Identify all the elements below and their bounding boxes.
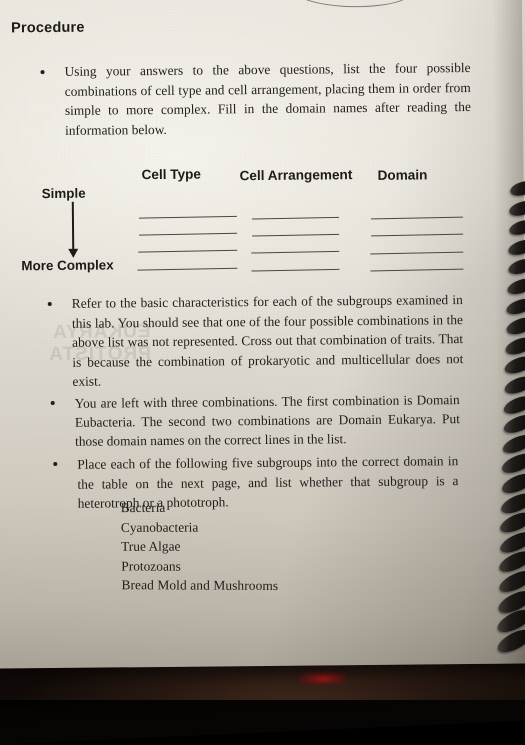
spiral-coil [506, 237, 525, 258]
answer-line[interactable] [138, 215, 237, 219]
spiral-coil [502, 353, 525, 377]
spiral-coil [500, 411, 525, 437]
spiral-coil [502, 373, 525, 397]
bullet-marker [47, 302, 53, 307]
answer-line[interactable] [137, 267, 238, 271]
spiral-coil [508, 198, 525, 218]
complexity-label-simple: Simple [41, 185, 86, 202]
list-item: Protozoans [121, 558, 181, 574]
instruction-paragraph-2: Refer to the basic characteristics for e… [71, 292, 464, 390]
answer-line[interactable] [251, 250, 340, 254]
column-header-cell-type: Cell Type [141, 166, 202, 183]
spiral-binding [479, 0, 525, 700]
red-object-glimpse [300, 672, 346, 685]
bullet-marker [50, 400, 56, 406]
answer-line[interactable] [371, 233, 464, 237]
spiral-coil [505, 275, 525, 298]
list-item: Cyanobacteria [120, 519, 199, 535]
list-item: True Algae [121, 538, 181, 554]
answer-line[interactable] [138, 249, 238, 253]
instruction-paragraph-3: You are left with three combinations. Th… [74, 392, 460, 450]
list-item: Bacteria [120, 499, 166, 516]
spiral-coil [507, 217, 525, 238]
bullet-marker [40, 70, 45, 75]
manual-page: EUKARYA PROTISTA Procedure Using your an… [0, 0, 525, 669]
pencil-arc-mark [292, 0, 414, 9]
answer-line[interactable] [252, 233, 340, 237]
spiral-coil [499, 470, 525, 497]
spiral-coil [508, 178, 525, 198]
answer-line[interactable] [139, 232, 238, 236]
column-header-cell-arrangement: Cell Arrangement [239, 167, 353, 184]
page-title: Procedure [11, 19, 85, 37]
answer-line[interactable] [251, 268, 340, 272]
bullet-marker [53, 461, 58, 467]
answer-line[interactable] [251, 216, 339, 220]
spiral-coil [503, 334, 525, 358]
instruction-paragraph-1: Using your answers to the above question… [64, 59, 471, 138]
answer-line[interactable] [370, 268, 464, 272]
spiral-coil [504, 295, 525, 318]
page-content: Procedure Using your answers to the abov… [0, 0, 525, 669]
column-header-domain: Domain [377, 167, 428, 183]
down-arrow-icon [71, 201, 75, 250]
answer-line[interactable] [370, 251, 464, 255]
spiral-coil [504, 314, 525, 338]
spiral-coil [499, 450, 525, 477]
subgroup-list: Bacteria Cyanobacteria True Algae Protoz… [121, 497, 279, 596]
answer-line[interactable] [370, 216, 463, 220]
spiral-coil [501, 392, 525, 417]
list-item: Bread Mold and Mushrooms [121, 577, 279, 594]
spiral-coil [506, 256, 525, 278]
complexity-label-more-complex: More Complex [21, 257, 114, 274]
